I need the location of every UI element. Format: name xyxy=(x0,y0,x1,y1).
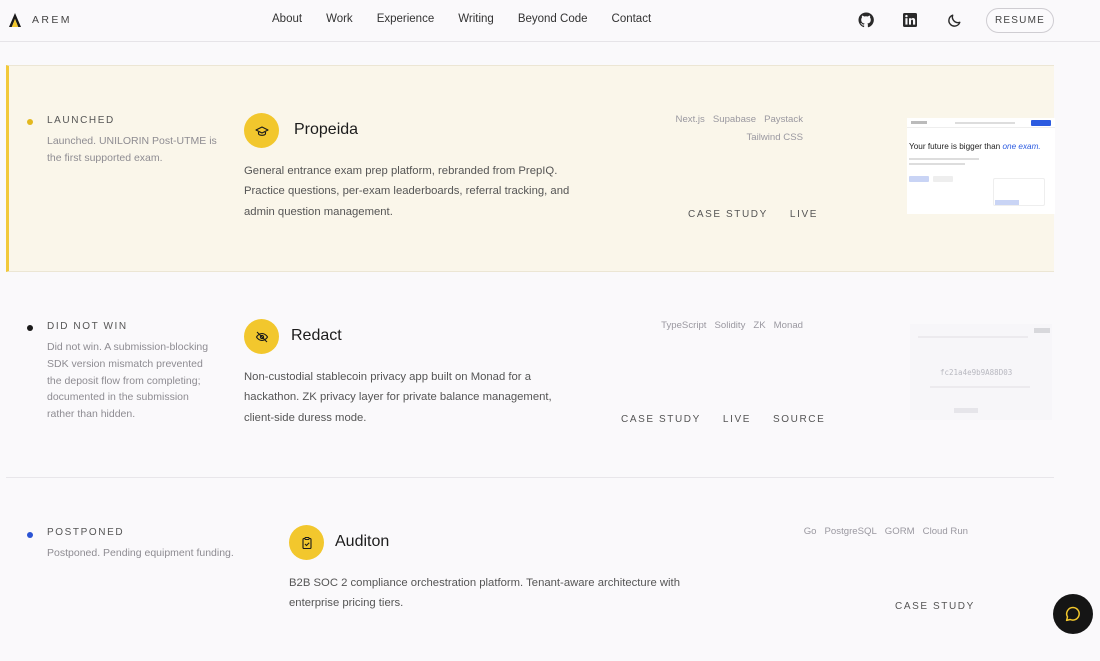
resume-button[interactable]: RESUME xyxy=(986,8,1054,33)
tag: Tailwind CSS xyxy=(746,132,803,143)
moon-icon[interactable] xyxy=(947,12,963,28)
eye-off-icon xyxy=(244,319,279,354)
tech-tags: Go PostgreSQL GORM Cloud Run xyxy=(756,523,968,541)
nav-link-writing[interactable]: Writing xyxy=(458,13,494,25)
thumb-navbar xyxy=(907,118,1055,128)
project-links: CASE STUDY LIVE xyxy=(688,209,818,220)
project-links: CASE STUDY xyxy=(895,601,975,612)
project-thumbnail[interactable]: Your future is bigger than one exam. xyxy=(907,118,1055,214)
linkedin-icon[interactable] xyxy=(902,12,918,28)
tag: GORM xyxy=(884,526,915,537)
live-link[interactable]: LIVE xyxy=(790,209,818,220)
project-title: Auditon xyxy=(335,533,390,550)
source-link[interactable]: SOURCE xyxy=(773,414,825,425)
tag: PostgreSQL xyxy=(824,526,877,537)
tag: Supabase xyxy=(712,114,757,125)
tag: Next.js xyxy=(675,114,705,125)
project-description: Non-custodial stablecoin privacy app bui… xyxy=(244,371,552,424)
project-card-propeida: LAUNCHED Launched. UNILORIN Post-UTME is… xyxy=(6,65,1055,272)
chat-button[interactable] xyxy=(1053,594,1093,634)
project-card-auditon: POSTPONED Postponed. Pending equipment f… xyxy=(6,478,1054,661)
project-description: B2B SOC 2 compliance orchestration platf… xyxy=(289,577,680,610)
tech-tags: Next.js Supabase Paystack Tailwind CSS xyxy=(599,111,803,147)
project-description: General entrance exam prep platform, reb… xyxy=(244,165,570,218)
graduation-cap-icon xyxy=(244,113,279,148)
github-icon[interactable] xyxy=(858,12,874,28)
project-links: CASE STUDY LIVE SOURCE xyxy=(621,414,825,425)
brand-logo[interactable]: AREM xyxy=(8,12,72,28)
project-thumbnail[interactable]: fc21a4e9b9A88D03 xyxy=(910,324,1052,420)
nav-link-work[interactable]: Work xyxy=(326,13,353,25)
top-nav: AREM About Work Experience Writing Beyon… xyxy=(0,0,1100,42)
status-note: Launched. UNILORIN Post-UTME is the firs… xyxy=(47,135,217,164)
case-study-link[interactable]: CASE STUDY xyxy=(688,209,768,220)
logo-mark-icon xyxy=(9,13,21,27)
tag: ZK xyxy=(753,320,766,331)
brand-name: AREM xyxy=(32,14,72,26)
clipboard-check-icon xyxy=(289,525,324,560)
status-note: Postponed. Pending equipment funding. xyxy=(47,547,234,559)
status-note: Did not win. A submission-blocking SDK v… xyxy=(47,341,209,421)
status-label: POSTPONED xyxy=(47,527,125,538)
thumb-headline: Your future is bigger than one exam. xyxy=(909,142,1041,151)
tag: Cloud Run xyxy=(922,526,968,537)
live-link[interactable]: LIVE xyxy=(723,414,751,425)
tag: Solidity xyxy=(714,320,746,331)
case-study-link[interactable]: CASE STUDY xyxy=(621,414,701,425)
tag: Monad xyxy=(773,320,803,331)
tag: TypeScript xyxy=(661,320,707,331)
chat-bubble-icon xyxy=(1065,606,1080,622)
status-dot xyxy=(27,532,33,538)
project-card-redact: DID NOT WIN Did not win. A submission-bl… xyxy=(6,272,1054,478)
thumb-hash: fc21a4e9b9A88D03 xyxy=(940,368,1013,377)
tech-tags: TypeScript Solidity ZK Monad xyxy=(606,317,803,335)
status-label: LAUNCHED xyxy=(47,115,115,126)
project-title: Propeida xyxy=(294,121,359,138)
status-dot xyxy=(27,325,33,331)
tag: Paystack xyxy=(764,114,803,125)
nav-link-contact[interactable]: Contact xyxy=(612,13,652,25)
nav-link-about[interactable]: About xyxy=(272,13,302,25)
status-label: DID NOT WIN xyxy=(47,321,128,332)
nav-link-beyond-code[interactable]: Beyond Code xyxy=(518,13,588,25)
status-dot xyxy=(27,119,33,125)
project-title: Redact xyxy=(291,327,342,344)
nav-links: About Work Experience Writing Beyond Cod… xyxy=(272,13,675,25)
case-study-link[interactable]: CASE STUDY xyxy=(895,601,975,612)
tag: Go xyxy=(803,526,817,537)
nav-link-experience[interactable]: Experience xyxy=(377,13,435,25)
